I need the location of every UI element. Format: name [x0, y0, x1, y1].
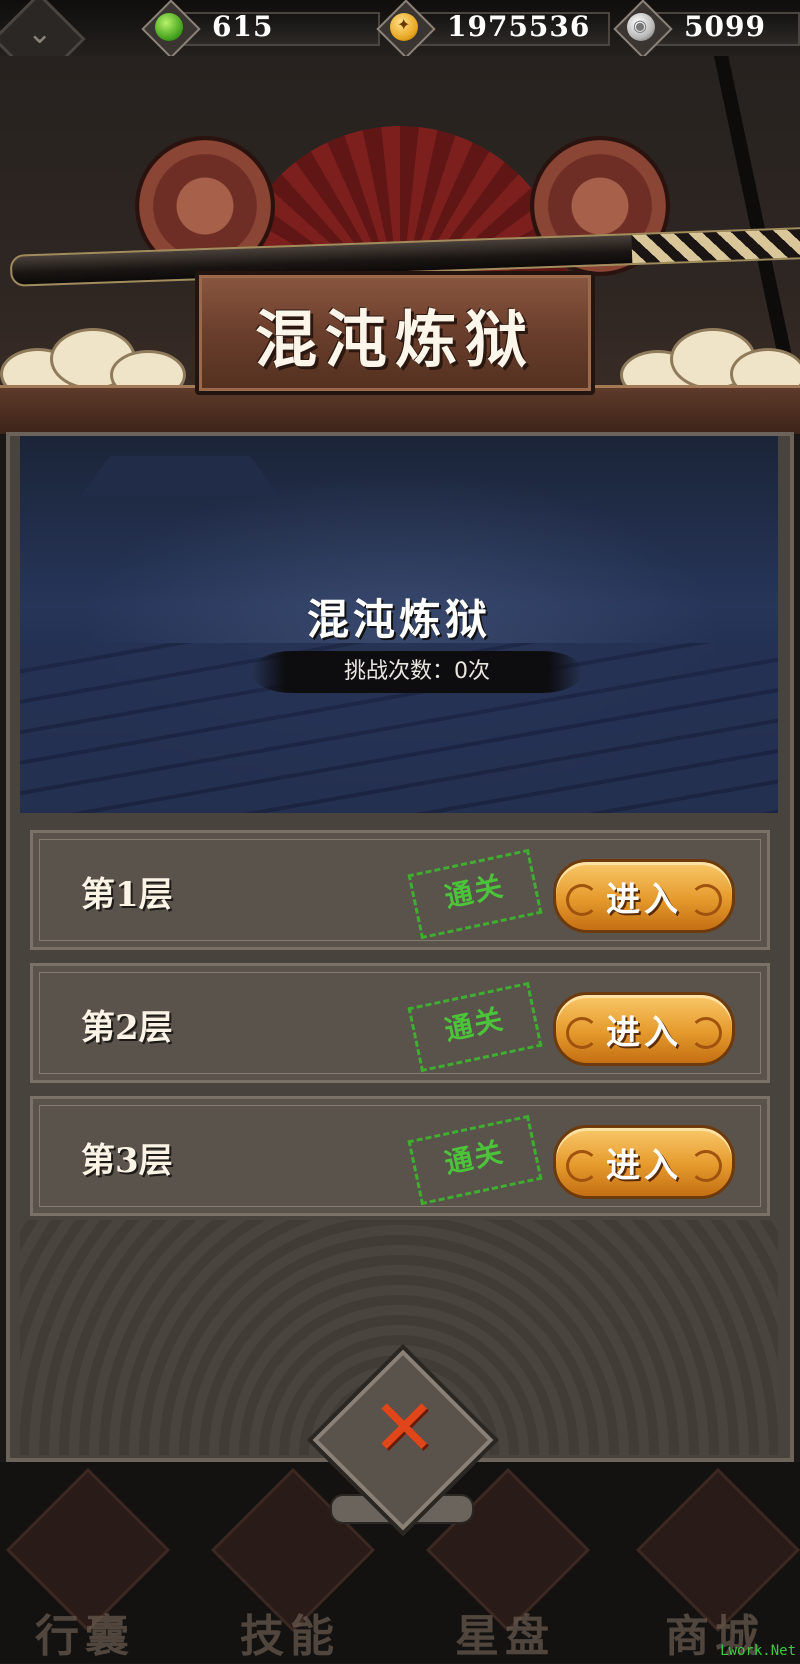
floor-row-2: 第2层 通关 进入	[30, 963, 770, 1083]
banner-title: 混沌炼狱	[306, 595, 491, 644]
watermark: Lwork.Net	[720, 1643, 796, 1659]
dungeon-banner: 混沌炼狱 挑战次数：0次	[20, 436, 778, 813]
floor-label: 第3层	[81, 1141, 173, 1181]
gold-value: 1975536	[447, 10, 591, 43]
jade-icon	[155, 13, 183, 41]
gold-resource[interactable]: 1975536	[376, 0, 610, 59]
floor-row-1: 第1层 通关 进入	[30, 830, 770, 950]
header-art: 混沌炼狱	[0, 56, 800, 434]
cleared-stamp: 通关	[407, 981, 543, 1073]
floor-row-3: 第3层 通关 进入	[30, 1096, 770, 1216]
cleared-stamp: 通关	[407, 1114, 543, 1206]
enter-button-1[interactable]: 进入	[553, 859, 735, 933]
swirl-icon	[690, 1150, 722, 1182]
chevron-down-icon: ⌄	[27, 15, 53, 51]
enter-button-2[interactable]: 进入	[553, 992, 735, 1066]
silver-value: 5099	[684, 10, 766, 43]
challenge-count: 挑战次数：0次	[344, 659, 490, 684]
floor-label: 第2层	[81, 1008, 173, 1048]
temple-silhouette	[80, 456, 280, 496]
floor-label: 第1层	[81, 875, 173, 915]
nav-bag[interactable]: 行囊	[0, 1467, 171, 1662]
swirl-icon	[690, 1017, 722, 1049]
swirl-icon	[690, 884, 722, 916]
gold-coin-icon	[390, 13, 418, 41]
enter-button-3[interactable]: 进入	[553, 1125, 735, 1199]
cleared-stamp: 通关	[407, 848, 543, 940]
silver-resource[interactable]: 5099	[613, 0, 800, 59]
jade-value: 615	[212, 10, 274, 43]
resource-bar: ⌄ 615 1975536 5099	[0, 0, 800, 86]
title-plaque: 混沌炼狱	[195, 271, 595, 395]
jade-resource[interactable]: 615	[141, 0, 380, 59]
page-title: 混沌炼狱	[254, 303, 535, 376]
silver-coin-icon	[627, 13, 655, 41]
close-x-icon: ✕	[371, 1383, 437, 1474]
nav-shop[interactable]: 商城	[630, 1467, 800, 1662]
